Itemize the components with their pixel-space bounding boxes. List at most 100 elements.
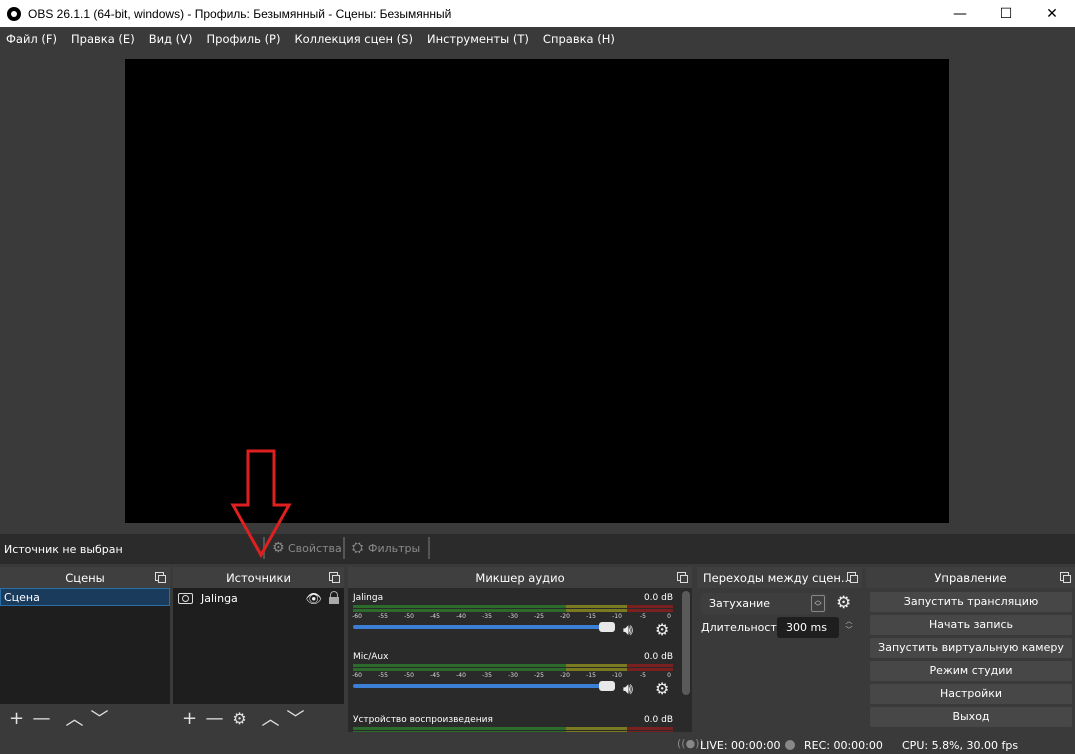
remove-source-button[interactable]: — xyxy=(202,706,227,730)
transitions-dock: Переходы между сцен... Затухание ︿ ﹀ ⚙ Дл… xyxy=(697,567,862,732)
undock-icon[interactable] xyxy=(155,572,166,583)
meter-tick-label: -10 xyxy=(612,672,622,679)
menu-tools[interactable]: Инструменты (T) xyxy=(421,32,537,46)
meter-segment xyxy=(627,668,673,671)
meter-tick-label: -10 xyxy=(612,613,622,620)
speaker-icon[interactable]: 🔊︎ xyxy=(623,620,633,640)
mixer-dock-header: Микшер аудио xyxy=(348,567,692,588)
meter-tick-label: -20 xyxy=(560,613,570,620)
meter-tick-label: -35 xyxy=(482,613,492,620)
menu-file[interactable]: Файл (F) xyxy=(0,32,65,46)
context-divider xyxy=(428,537,430,559)
channel-db: 0.0 dB xyxy=(643,593,673,603)
settings-button[interactable]: Настройки xyxy=(870,684,1072,704)
lock-icon[interactable] xyxy=(329,591,339,604)
meter-tick-label: -25 xyxy=(534,672,544,679)
move-scene-up-button[interactable]: ︿ xyxy=(62,706,87,730)
transition-select[interactable]: Затухание ︿ ﹀ xyxy=(701,593,827,614)
title-bar: OBS 26.1.1 (64-bit, windows) - Профиль: … xyxy=(0,0,1075,27)
scenes-dock-title: Сцены xyxy=(65,570,105,585)
add-source-button[interactable]: + xyxy=(177,706,202,730)
window-title: OBS 26.1.1 (64-bit, windows) - Профиль: … xyxy=(28,6,452,21)
undock-icon[interactable] xyxy=(847,572,858,583)
scenes-toolbar: + — ︿ ﹀ xyxy=(0,704,170,732)
remove-scene-button[interactable]: — xyxy=(29,706,54,730)
meter-tick-label: -15 xyxy=(586,672,596,679)
start-streaming-button[interactable]: Запустить трансляцию xyxy=(870,592,1072,612)
meter-segment xyxy=(566,731,628,732)
menu-edit[interactable]: Правка (E) xyxy=(65,32,143,46)
volume-slider[interactable] xyxy=(353,622,615,632)
meter-tick-label: -50 xyxy=(404,672,414,679)
exit-button[interactable]: Выход xyxy=(870,707,1072,727)
start-virtual-camera-button[interactable]: Запустить виртуальную камеру xyxy=(870,638,1072,658)
meter-segment xyxy=(627,609,673,612)
meter-segment xyxy=(566,609,628,612)
menu-help[interactable]: Справка (H) xyxy=(537,32,623,46)
meter-segment xyxy=(627,727,673,730)
transitions-dock-title: Переходы между сцен... xyxy=(703,570,852,585)
add-scene-button[interactable]: + xyxy=(4,706,29,730)
source-item[interactable]: Jalinga 👁 xyxy=(173,588,344,608)
slider-handle[interactable] xyxy=(599,681,615,691)
controls-dock-header: Управление xyxy=(866,567,1075,588)
status-bar: ((●)) LIVE: 00:00:00 REC: 00:00:00 CPU: … xyxy=(0,735,1075,754)
maximize-button[interactable]: ☐ xyxy=(983,0,1029,27)
duration-spinner[interactable]: ︿ ﹀ xyxy=(843,617,855,637)
gear-icon[interactable]: ⚙ xyxy=(655,679,669,698)
audio-mixer-dock: Микшер аудио Jalinga 0.0 dB -60 -55 -50 -45… xyxy=(348,567,692,732)
undock-icon[interactable] xyxy=(1060,572,1071,583)
meter-segment xyxy=(353,664,567,667)
meter-tick-label: 0 xyxy=(667,672,671,679)
meter-tick-label: -35 xyxy=(482,672,492,679)
meter-tick-label: -15 xyxy=(586,613,596,620)
channel-name: Mic/Aux xyxy=(353,652,389,662)
meter-tick-label: -5 xyxy=(640,613,646,620)
gear-icon[interactable]: ⚙ xyxy=(655,620,669,639)
duration-input[interactable]: 300 ms xyxy=(777,617,839,638)
channel-name: Устройство воспроизведения xyxy=(353,715,493,725)
filters-label: Фильтры xyxy=(368,541,421,555)
menu-bar: Файл (F) Правка (E) Вид (V) Профиль (P) … xyxy=(0,27,1075,51)
live-status: LIVE: 00:00:00 xyxy=(700,739,781,752)
menu-view[interactable]: Вид (V) xyxy=(143,32,201,46)
mixer-scrollbar[interactable] xyxy=(682,591,690,695)
meter-tick-label: -30 xyxy=(508,613,518,620)
volume-slider[interactable] xyxy=(353,681,615,691)
scene-item[interactable]: Сцена xyxy=(0,588,170,606)
meter-segment xyxy=(353,731,567,732)
no-source-label: Источник не выбран xyxy=(4,543,123,556)
sources-toolbar: + — ⚙ ︿ ﹀ xyxy=(173,704,344,732)
move-scene-down-button[interactable]: ﹀ xyxy=(87,706,112,730)
close-button[interactable]: ✕ xyxy=(1029,0,1075,27)
menu-profile[interactable]: Профиль (P) xyxy=(201,32,289,46)
undock-icon[interactable] xyxy=(329,572,340,583)
start-recording-button[interactable]: Начать запись xyxy=(870,615,1072,635)
meter-segment xyxy=(353,605,567,608)
meter-tick-label: -45 xyxy=(430,613,440,620)
eye-icon[interactable]: 👁 xyxy=(305,592,322,607)
slider-handle[interactable] xyxy=(599,622,615,632)
speaker-icon[interactable]: 🔊︎ xyxy=(623,679,633,699)
move-source-up-button[interactable]: ︿ xyxy=(258,706,283,730)
source-properties-button[interactable]: ⚙ xyxy=(227,706,252,730)
meter-segment xyxy=(566,668,628,671)
menu-scene-collection[interactable]: Коллекция сцен (S) xyxy=(288,32,420,46)
minimize-button[interactable]: — xyxy=(937,0,983,27)
filters-button[interactable]: ⛭ Фильтры xyxy=(352,541,420,555)
move-source-down-button[interactable]: ﹀ xyxy=(283,706,308,730)
meter-segment xyxy=(627,731,673,732)
meter-tick-label: -50 xyxy=(404,613,414,620)
undock-icon[interactable] xyxy=(677,572,688,583)
meter-tick-label: -40 xyxy=(456,613,466,620)
meter-tick-label: -40 xyxy=(456,672,466,679)
transition-selected: Затухание xyxy=(709,597,771,610)
studio-mode-button[interactable]: Режим студии xyxy=(870,661,1072,681)
controls-body: Запустить трансляцию Начать запись Запус… xyxy=(866,588,1075,732)
source-name: Jalinga xyxy=(201,591,238,605)
meter-tick-label: -60 xyxy=(352,672,362,679)
annotation-arrow-icon xyxy=(230,449,292,559)
controls-dock: Управление Запустить трансляцию Начать з… xyxy=(866,567,1075,732)
meter-tick-label: -60 xyxy=(352,613,362,620)
gear-icon[interactable]: ⚙ xyxy=(836,593,851,613)
